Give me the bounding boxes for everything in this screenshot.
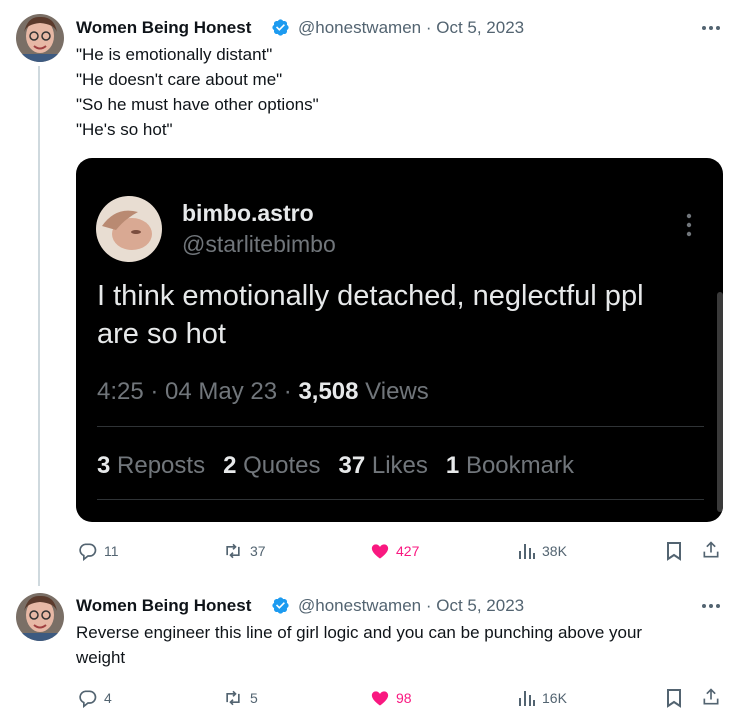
- repost-button[interactable]: 37: [222, 541, 266, 561]
- tweet-date[interactable]: Oct 5, 2023: [436, 596, 524, 615]
- dot-separator: ·: [421, 18, 437, 37]
- repost-button[interactable]: 5: [222, 688, 258, 708]
- author-name[interactable]: Women Being Honest: [76, 18, 251, 38]
- divider: [97, 499, 704, 500]
- views-chart-icon: [519, 544, 535, 559]
- share-button[interactable]: [701, 687, 721, 707]
- repost-count: 5: [250, 690, 258, 706]
- verified-badge-icon: [272, 597, 289, 614]
- repost-icon: [226, 543, 240, 559]
- reply-button[interactable]: 11: [78, 541, 119, 561]
- reply-button[interactable]: 4: [78, 688, 112, 708]
- bookmark-button[interactable]: [665, 541, 683, 561]
- verified-badge-icon: [272, 19, 289, 36]
- share-icon: [703, 688, 719, 705]
- divider: [97, 426, 704, 427]
- like-count: 427: [396, 543, 420, 559]
- quoted-time-text: 4:25 · 04 May 23 ·: [97, 378, 299, 405]
- like-button[interactable]: 427: [370, 541, 419, 561]
- repost-icon: [226, 690, 240, 706]
- views-count: 16K: [542, 690, 567, 706]
- heart-filled-icon: [371, 691, 389, 706]
- share-button[interactable]: [701, 540, 721, 560]
- quoted-stats: 3 Reposts 2 Quotes 37 Likes 1 Bookmark: [97, 452, 592, 480]
- quoted-stat-bookmarks: 1 Bookmark: [445, 452, 574, 479]
- heart-filled-icon: [371, 544, 389, 559]
- bookmark-icon: [667, 689, 681, 708]
- scrollbar: [717, 292, 723, 512]
- quoted-author-name: bimbo.astro: [182, 200, 314, 226]
- quoted-text-line: are so hot: [97, 318, 226, 350]
- more-options-icon[interactable]: [700, 18, 722, 38]
- quoted-tweet-image[interactable]: bimbo.astro @starlitebimbo I think emoti…: [76, 158, 723, 522]
- like-button[interactable]: 98: [370, 688, 412, 708]
- reply-icon: [79, 690, 97, 708]
- quoted-views-count: 3,508: [298, 378, 359, 405]
- tweet-text-line: Reverse engineer this line of girl logic…: [76, 623, 643, 642]
- quoted-author-handle: @starlitebimbo: [182, 231, 336, 257]
- quoted-more-icon: [686, 213, 692, 237]
- quoted-stat-likes: 37 Likes: [338, 452, 428, 479]
- reply-count: 11: [104, 543, 119, 559]
- thread-line: [38, 66, 40, 586]
- quoted-views-label: Views: [358, 378, 429, 405]
- tweet-text-line: "He doesn't care about me": [76, 70, 283, 89]
- tweet-date[interactable]: Oct 5, 2023: [436, 18, 524, 37]
- more-options-icon[interactable]: [700, 596, 722, 616]
- quoted-stat-quotes: 2 Quotes: [223, 452, 321, 479]
- repost-count: 37: [250, 543, 266, 559]
- author-handle[interactable]: @honestwamen: [298, 596, 421, 615]
- author-name[interactable]: Women Being Honest: [76, 596, 251, 616]
- reply-icon: [79, 543, 97, 561]
- views-chart-icon: [519, 691, 535, 706]
- author-handle[interactable]: @honestwamen: [298, 18, 421, 37]
- tweet-text-line: "He's so hot": [76, 120, 173, 139]
- views-button[interactable]: 38K: [518, 541, 567, 561]
- dot-separator: ·: [421, 596, 437, 615]
- bookmark-button[interactable]: [665, 688, 683, 708]
- quoted-text-line: I think emotionally detached, neglectful…: [97, 280, 644, 312]
- quoted-avatar: [96, 196, 162, 262]
- views-count: 38K: [542, 543, 567, 559]
- quoted-timestamp: 4:25 · 04 May 23 · 3,508 Views: [97, 378, 429, 406]
- quoted-stat-reposts: 3 Reposts: [97, 452, 206, 479]
- avatar[interactable]: [16, 593, 64, 641]
- tweet-text-line: "He is emotionally distant": [76, 45, 273, 64]
- bookmark-icon: [667, 542, 681, 561]
- views-button[interactable]: 16K: [518, 688, 567, 708]
- like-count: 98: [396, 690, 412, 706]
- tweet-text-line: "So he must have other options": [76, 95, 319, 114]
- reply-count: 4: [104, 690, 112, 706]
- share-icon: [703, 541, 719, 558]
- avatar[interactable]: [16, 14, 64, 62]
- tweet-text-line: weight: [76, 648, 126, 667]
